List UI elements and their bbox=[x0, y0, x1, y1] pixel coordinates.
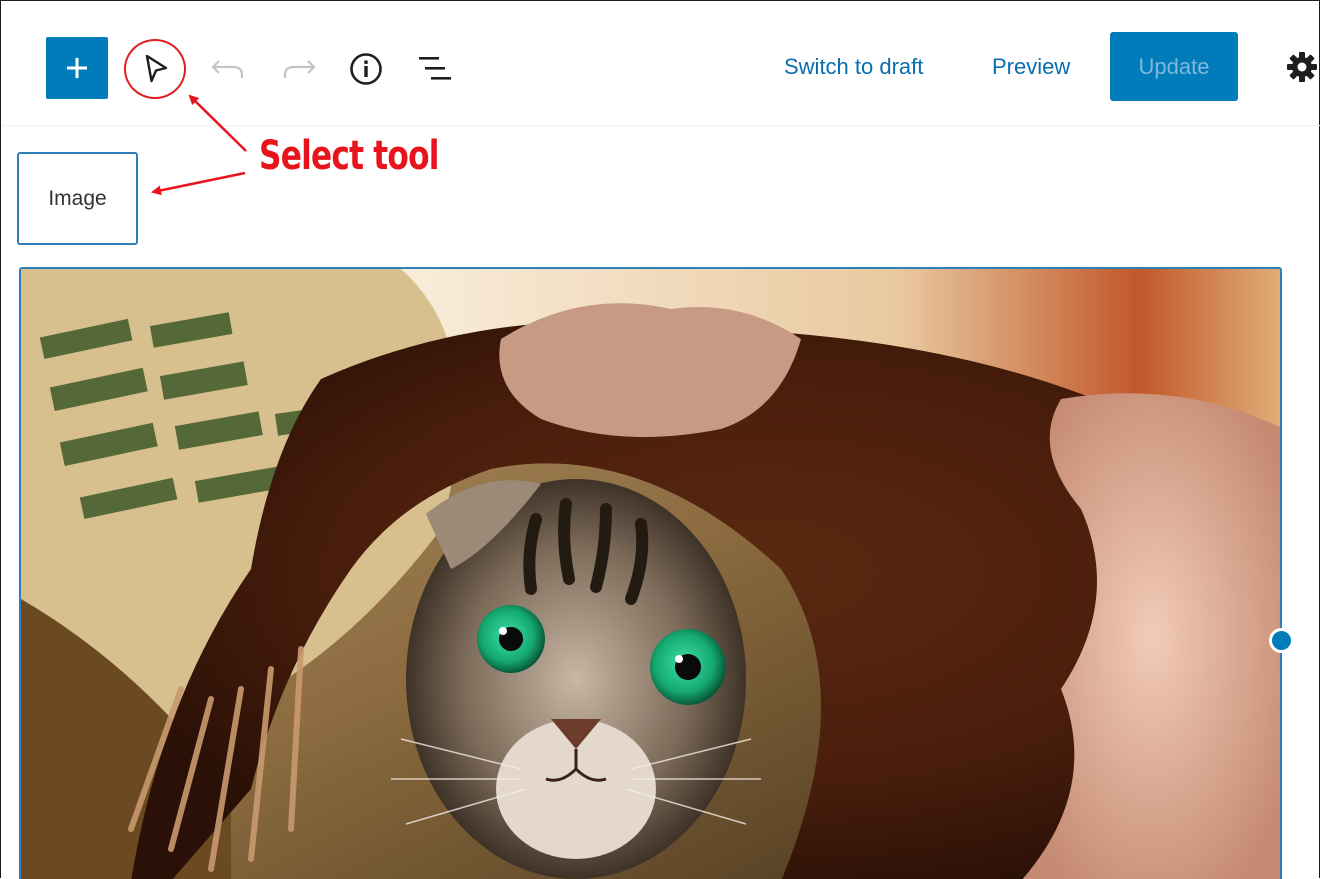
undo-icon bbox=[211, 60, 244, 78]
editor-frame: Switch to draft Preview Update Image Sel… bbox=[0, 0, 1321, 879]
update-button-label: Update bbox=[1138, 53, 1210, 79]
cursor-arrow-icon bbox=[145, 54, 168, 83]
details-button[interactable] bbox=[349, 52, 383, 86]
image-block[interactable] bbox=[19, 267, 1282, 879]
block-breadcrumb-label: Image bbox=[48, 186, 107, 210]
info-icon bbox=[350, 53, 382, 85]
settings-button[interactable] bbox=[1285, 50, 1319, 89]
redo-button[interactable] bbox=[282, 56, 316, 82]
preview-button[interactable]: Preview bbox=[992, 54, 1070, 80]
update-button[interactable]: Update bbox=[1110, 32, 1238, 101]
block-breadcrumb-image[interactable]: Image bbox=[17, 152, 138, 245]
undo-button[interactable] bbox=[211, 56, 245, 82]
block-navigation-button[interactable] bbox=[418, 54, 454, 84]
select-tool-annotation: Select tool bbox=[259, 133, 439, 179]
list-view-icon bbox=[419, 57, 451, 80]
gear-icon bbox=[1287, 52, 1317, 82]
editor-top-toolbar: Switch to draft Preview Update bbox=[2, 2, 1321, 126]
kitten-photo bbox=[21, 269, 1280, 879]
image-resize-handle[interactable] bbox=[1269, 628, 1294, 653]
select-tool-button[interactable] bbox=[142, 53, 172, 85]
plus-icon bbox=[67, 58, 87, 78]
block-inserter-button[interactable] bbox=[46, 37, 108, 99]
arrow-to-image-label bbox=[151, 171, 246, 196]
redo-icon bbox=[283, 60, 316, 78]
switch-to-draft-button[interactable]: Switch to draft bbox=[784, 54, 923, 80]
